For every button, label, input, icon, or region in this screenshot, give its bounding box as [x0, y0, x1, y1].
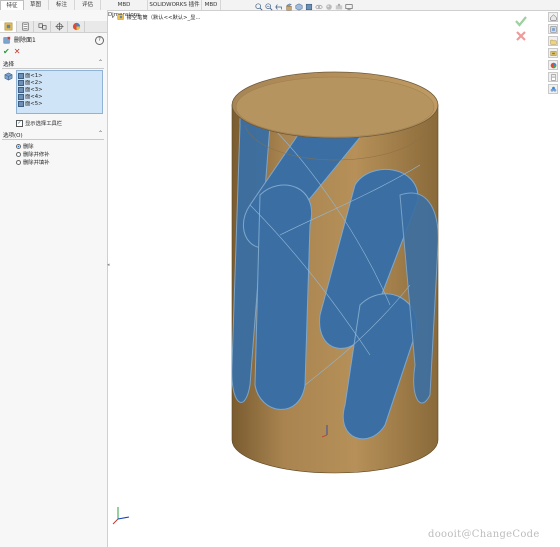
feature-tree-flyout[interactable]: ▸ 镂空笔筒（默认<<默认>_显... [112, 12, 201, 21]
cylinder-interior [235, 76, 435, 138]
chevron-right-icon[interactable]: ▸ [112, 14, 115, 20]
faces-selection-box[interactable]: 面<1> 面<2> 面<3> 面<4> 面<5> [16, 70, 103, 114]
view-settings-icon[interactable] [345, 3, 353, 11]
tab-mbd-dimensions[interactable]: MBD Dimensions [101, 0, 148, 18]
option-delete-and-fill[interactable]: 删除并填补 [16, 158, 50, 166]
cancel-button[interactable]: ✕ [14, 48, 21, 56]
option-delete-label: 删除 [23, 144, 34, 150]
tab-evaluate[interactable]: 评估 [75, 0, 101, 10]
option-delete-and-fill-label: 删除并填补 [23, 160, 50, 166]
display-style-icon[interactable] [305, 3, 313, 11]
file-explorer-icon[interactable] [548, 36, 558, 46]
home-icon[interactable] [548, 12, 558, 22]
heads-up-view-toolbar [255, 2, 353, 12]
configuration-manager-tab[interactable] [34, 21, 51, 32]
options-group-header[interactable]: 选项(O) ⌃ [2, 130, 104, 140]
panel-splitter-handle[interactable]: ◂ [107, 262, 111, 276]
design-library-icon[interactable] [548, 24, 558, 34]
display-manager-tab[interactable] [68, 21, 85, 32]
delete-face-icon [3, 36, 11, 43]
list-item[interactable]: 面<4> [18, 94, 43, 100]
list-item[interactable]: 面<2> [18, 80, 43, 86]
selection-group-label: 选择 [3, 62, 15, 68]
face-icon [18, 94, 24, 100]
manager-tabs [0, 21, 107, 33]
chevron-up-icon[interactable]: ⌃ [98, 130, 103, 137]
options-group-label: 选项(O) [3, 133, 23, 139]
part-icon [117, 13, 124, 20]
cylinder-model[interactable] [220, 65, 440, 480]
tab-solidworks-addins[interactable]: SOLIDWORKS 插件 [148, 0, 202, 10]
list-item[interactable]: 面<1> [18, 73, 43, 79]
zoom-to-fit-icon[interactable] [255, 3, 263, 11]
face-selection-icon [4, 72, 13, 81]
option-delete[interactable]: 删除 [16, 142, 34, 150]
list-item[interactable]: 面<3> [18, 87, 43, 93]
show-toolbar-label: 显示选择工具栏 [25, 121, 63, 127]
tab-mbd[interactable]: MBD [202, 0, 221, 10]
forum-icon[interactable] [548, 84, 558, 94]
property-manager-tab[interactable] [17, 21, 34, 32]
hide-show-icon[interactable] [315, 3, 323, 11]
watermark: doooit@ChangeCode [428, 529, 540, 540]
configuration-icon [38, 23, 46, 30]
tab-sketch[interactable]: 草图 [23, 0, 49, 10]
crosshair-icon [54, 22, 64, 31]
previous-view-icon[interactable] [275, 3, 283, 11]
radio-delete[interactable] [16, 143, 21, 149]
appearances-icon[interactable] [548, 60, 558, 70]
task-pane [548, 12, 560, 94]
confirmation-corner [514, 14, 528, 48]
radio-delete-and-patch[interactable] [16, 151, 21, 157]
edit-appearance-icon[interactable] [325, 3, 333, 11]
option-delete-and-patch-label: 删除并修补 [23, 152, 50, 158]
face-icon [18, 101, 24, 107]
view-palette-icon[interactable] [548, 48, 558, 58]
list-item[interactable]: 面<5> [18, 101, 43, 107]
color-pie-icon [72, 22, 80, 31]
tab-annotation[interactable]: 标注 [49, 0, 75, 10]
help-icon[interactable]: ? [95, 36, 104, 45]
zoom-area-icon[interactable] [265, 3, 273, 11]
reference-triad[interactable] [112, 505, 132, 527]
confirm-ok-icon[interactable] [515, 16, 527, 27]
section-view-icon[interactable] [285, 3, 293, 11]
custom-properties-icon[interactable] [548, 72, 558, 82]
face-icon [18, 80, 24, 86]
option-delete-and-patch[interactable]: 删除并修补 [16, 150, 50, 158]
confirm-cancel-icon[interactable] [516, 31, 526, 41]
property-list-icon [21, 22, 29, 31]
property-manager-header: 删除面1 [3, 35, 36, 44]
part-name: 镂空笔筒（默认<<默认>_显... [126, 14, 201, 21]
selection-group-header[interactable]: 选择 ⌃ [2, 59, 104, 69]
property-manager-title: 删除面1 [14, 37, 36, 44]
view-orientation-icon[interactable] [295, 3, 303, 11]
face-icon [18, 87, 24, 93]
ok-button[interactable]: ✔ [3, 48, 10, 56]
dimxpert-manager-tab[interactable] [51, 21, 68, 32]
ok-cancel-bar: ✔ ✕ [3, 48, 20, 56]
apply-scene-icon[interactable] [335, 3, 343, 11]
property-manager-panel: 删除面1 ? ✔ ✕ 选择 ⌃ 面<1> 面<2> 面<3> 面<4> 面<5>… [0, 10, 108, 547]
radio-delete-and-fill[interactable] [16, 159, 21, 165]
show-selection-toolbar-option[interactable]: ✓ 显示选择工具栏 [16, 119, 62, 127]
face-icon [18, 73, 24, 79]
feature-tree-icon [4, 22, 12, 31]
show-toolbar-checkbox[interactable]: ✓ [16, 119, 23, 127]
chevron-up-icon[interactable]: ⌃ [98, 59, 103, 66]
feature-manager-tab[interactable] [0, 21, 17, 32]
